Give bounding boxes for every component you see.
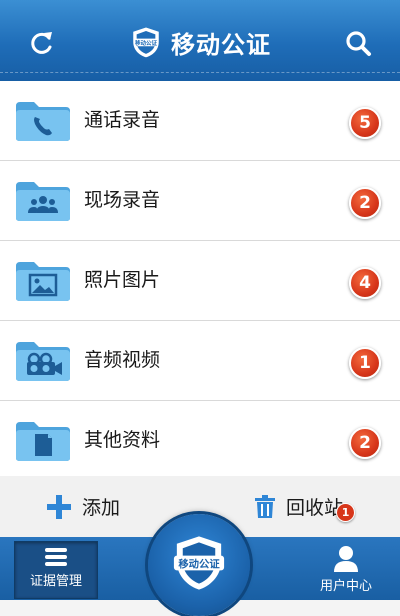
shield-logo-icon: 移动公证 [133, 27, 159, 58]
plus-icon [47, 494, 71, 519]
count-badge: 1 [349, 347, 381, 379]
count-badge: 5 [349, 107, 381, 139]
list-item-label: 现场录音 [84, 189, 161, 211]
category-list: 通话录音 5 现场录音 2 照片图片 4 音频视频 1 其他资料 2 [0, 81, 400, 481]
count-badge: 2 [349, 187, 381, 219]
count-badge: 2 [349, 427, 381, 459]
center-logo-text: 移动公证 [178, 557, 220, 570]
page-title: 移动公证 [171, 30, 271, 59]
list-item-label: 其他资料 [84, 429, 161, 451]
picture-folder-icon [16, 262, 70, 301]
user-icon [334, 546, 358, 572]
recycle-count-badge: 1 [336, 503, 356, 522]
document-folder-icon [16, 422, 70, 461]
camera-folder-icon [16, 342, 70, 381]
list-item-label: 照片图片 [84, 269, 161, 291]
recycle-label: 回收站 [286, 497, 344, 519]
tab-user-center[interactable]: 用户中心 [306, 537, 386, 600]
center-logo-button[interactable]: 移动公证 [148, 514, 250, 616]
people-folder-icon [16, 182, 70, 221]
list-item-other-documents[interactable]: 其他资料 2 [0, 401, 400, 481]
phone-folder-icon [16, 102, 70, 141]
tab-evidence-label: 证据管理 [29, 574, 82, 589]
shield-logo-icon: 移动公证 [173, 536, 225, 590]
tab-evidence-management[interactable]: 证据管理 [14, 541, 98, 599]
tab-user-label: 用户中心 [319, 579, 372, 594]
recycle-label-wrap: 回收站 1 [286, 493, 356, 522]
trash-icon [255, 494, 275, 518]
search-icon[interactable] [343, 28, 373, 58]
title-area: 移动公证 移动公证 [0, 22, 400, 62]
list-item-onsite-recordings[interactable]: 现场录音 2 [0, 161, 400, 241]
recycle-bin-button[interactable]: 回收站 1 [254, 476, 356, 537]
list-item-audio-video[interactable]: 音频视频 1 [0, 321, 400, 401]
add-label: 添加 [82, 497, 121, 519]
list-item-label: 音频视频 [84, 349, 161, 371]
list-item-label: 通话录音 [84, 109, 161, 131]
logo-text: 移动公证 [135, 39, 158, 47]
add-button[interactable]: 添加 [46, 476, 120, 537]
list-item-photos[interactable]: 照片图片 4 [0, 241, 400, 321]
count-badge: 4 [349, 267, 381, 299]
list-item-call-recordings[interactable]: 通话录音 5 [0, 81, 400, 161]
app-header: 移动公证 移动公证 [0, 0, 400, 81]
menu-icon [45, 548, 67, 566]
